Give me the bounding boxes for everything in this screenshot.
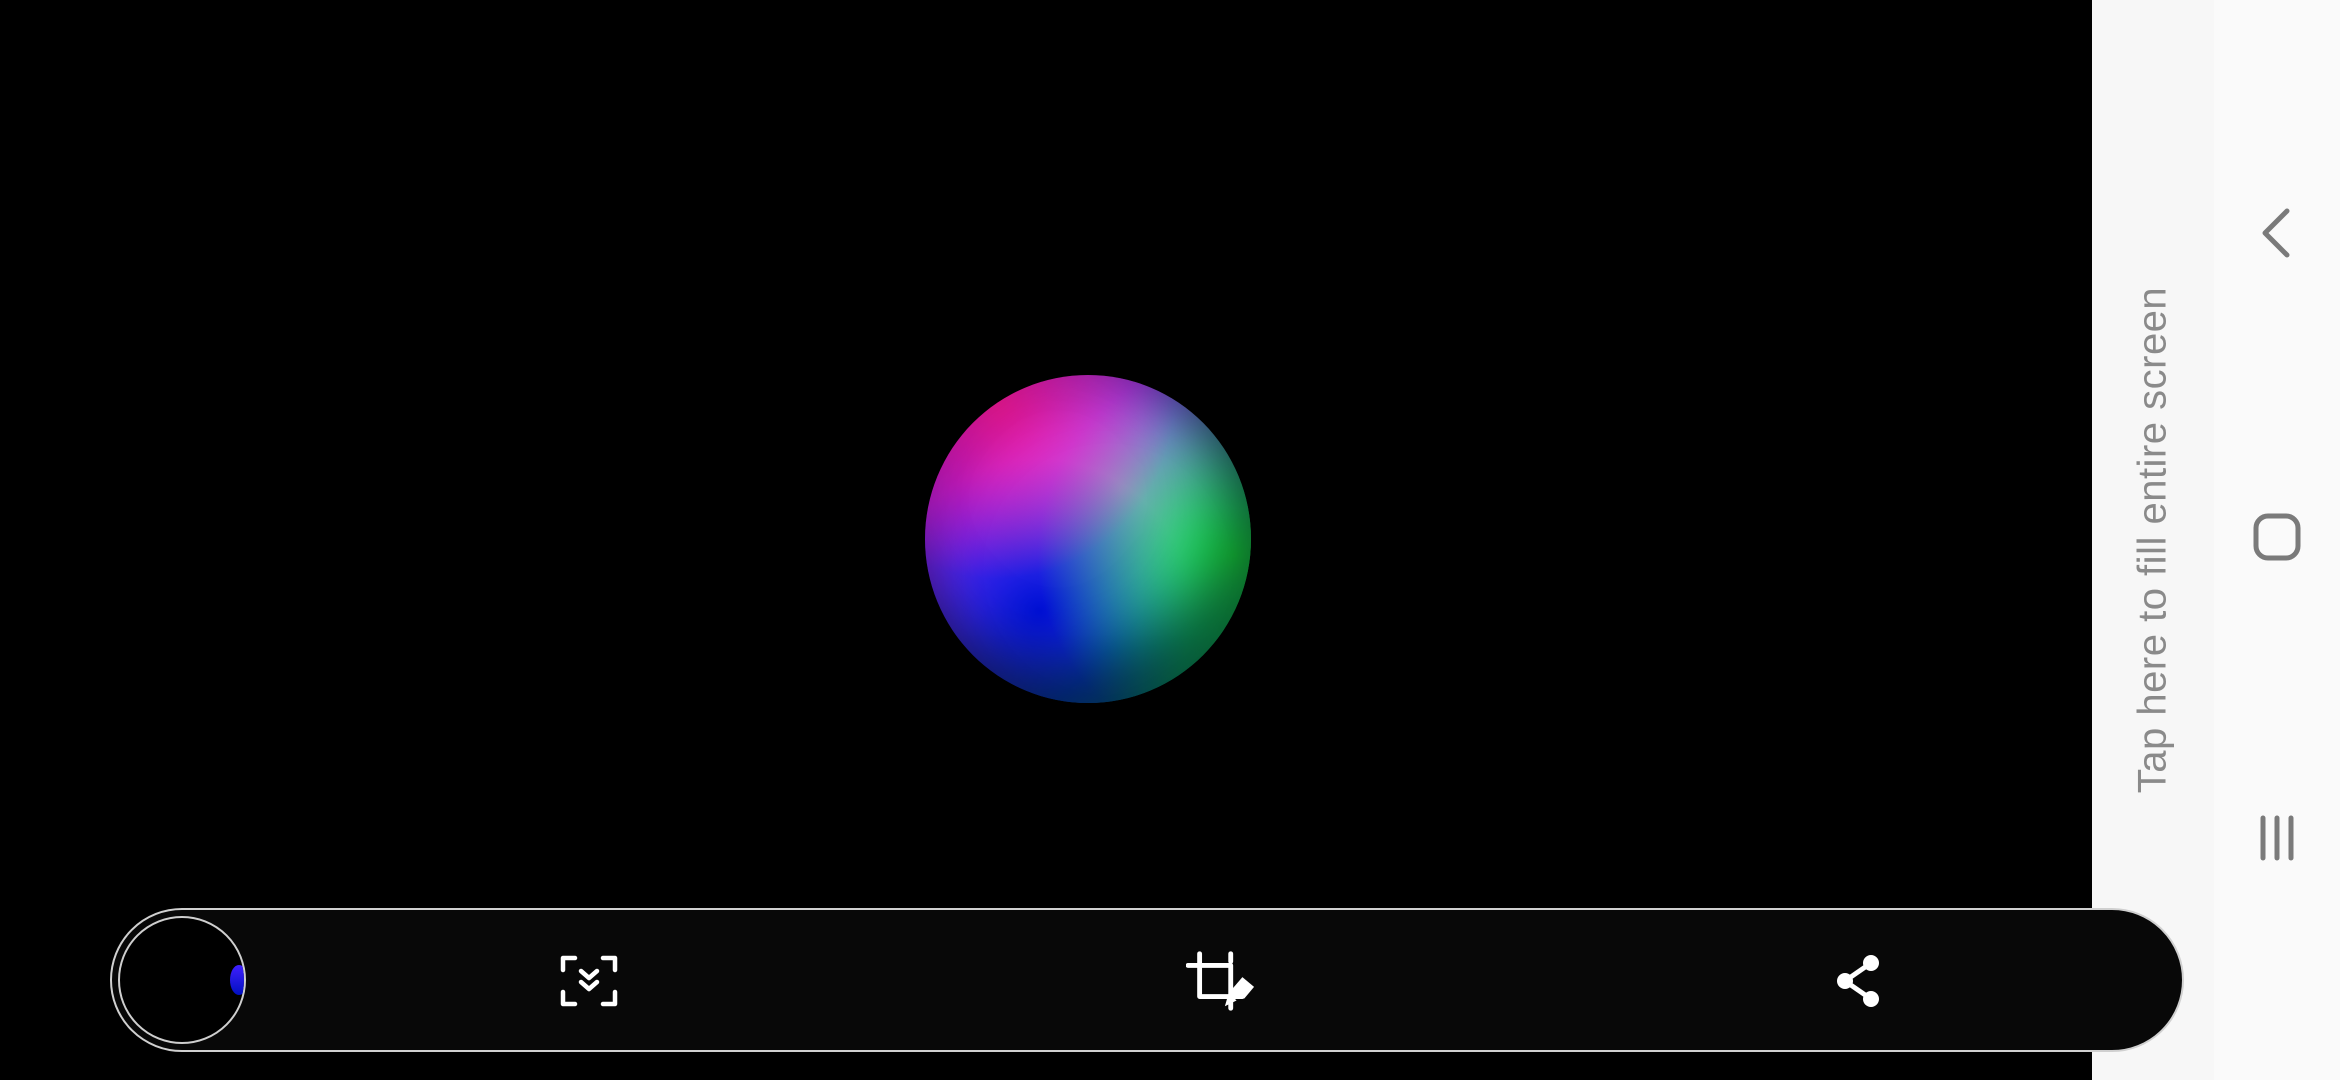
crop-edit-icon (1186, 951, 1255, 1011)
back-chevron-icon (2262, 208, 2290, 258)
home-icon (2253, 513, 2301, 561)
screenshot-thumbnail[interactable] (118, 916, 246, 1044)
recents-icon (2260, 815, 2294, 861)
home-button[interactable] (2247, 507, 2307, 567)
share-button[interactable] (1824, 946, 1894, 1016)
screenshot-toolbar (110, 908, 2184, 1052)
share-icon (1837, 955, 1879, 1007)
scroll-capture-button[interactable] (554, 946, 624, 1016)
crop-edit-button[interactable] (1186, 946, 1256, 1016)
back-button[interactable] (2247, 203, 2307, 263)
fill-screen-label: Tap here to fill entire screen (2130, 286, 2175, 794)
system-navigation-bar (2214, 0, 2340, 1080)
recents-button[interactable] (2247, 808, 2307, 868)
phone-screen: Tap here to fill entire screen (0, 0, 2340, 1080)
scroll-capture-icon (560, 955, 618, 1007)
thumbnail-preview-shape (230, 965, 244, 995)
gradient-sphere (925, 375, 1251, 703)
